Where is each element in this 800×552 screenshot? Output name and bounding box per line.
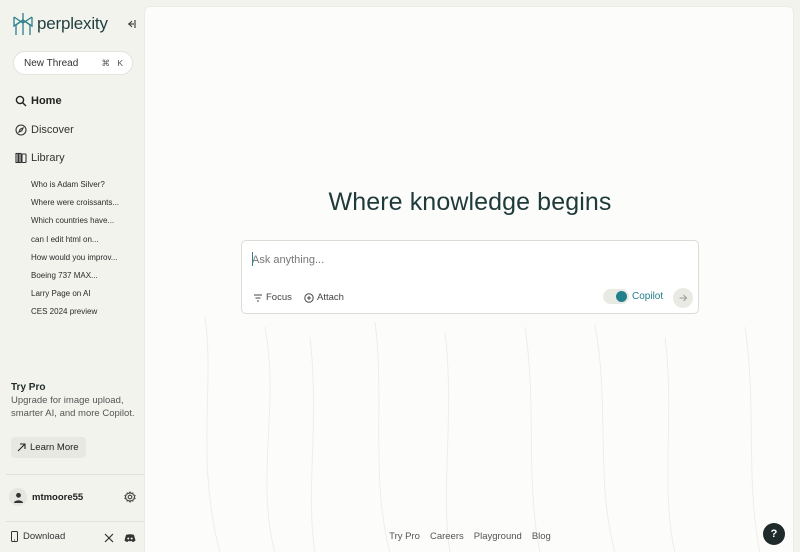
shortcut-cmd: ⌘ xyxy=(101,58,111,68)
thread-item[interactable]: Larry Page on AI xyxy=(31,289,119,307)
thread-item[interactable]: Boeing 737 MAX... xyxy=(31,271,119,289)
focus-button[interactable]: Focus xyxy=(253,292,292,303)
filter-icon xyxy=(254,294,262,301)
discord-icon[interactable] xyxy=(124,533,136,543)
library-icon xyxy=(15,152,27,164)
arrow-right-icon xyxy=(679,294,688,302)
divider xyxy=(6,521,144,522)
perplexity-logo-icon xyxy=(13,13,33,35)
logo[interactable]: perplexity xyxy=(12,12,108,36)
learn-more-label: Learn More xyxy=(30,442,79,453)
toggle-switch[interactable] xyxy=(603,289,629,304)
sidebar-item-discover[interactable]: Discover xyxy=(15,124,74,136)
new-thread-label: New Thread xyxy=(24,57,79,69)
page-title: Where knowledge begins xyxy=(328,188,612,216)
footer-link-try-pro[interactable]: Try Pro xyxy=(389,531,420,542)
focus-label: Focus xyxy=(266,292,292,303)
thread-item[interactable]: CES 2024 preview xyxy=(31,307,119,325)
new-thread-button[interactable]: New Thread ⌘ K xyxy=(13,51,133,75)
app-name: perplexity xyxy=(37,14,108,33)
thread-list: Who is Adam Silver? Where were croissant… xyxy=(31,180,119,326)
footer-link-playground[interactable]: Playground xyxy=(474,531,522,542)
collapse-left-icon[interactable] xyxy=(124,17,138,31)
search-icon xyxy=(15,95,27,107)
try-pro-title: Try Pro xyxy=(11,382,46,393)
gear-icon[interactable] xyxy=(124,491,136,503)
shortcut-key: K xyxy=(117,58,123,68)
divider xyxy=(6,474,144,475)
main-panel: Where knowledge begins Focus Attach Copi… xyxy=(144,6,794,552)
copilot-label: Copilot xyxy=(632,291,664,302)
search-input[interactable] xyxy=(252,252,652,268)
toggle-knob xyxy=(616,291,627,302)
sidebar-item-library[interactable]: Library xyxy=(15,152,65,164)
ask-box: Focus Attach Copilot xyxy=(241,240,699,314)
footer-link-careers[interactable]: Careers xyxy=(430,531,464,542)
thread-item[interactable]: can I edit html on... xyxy=(31,235,119,253)
username: mtmoore55 xyxy=(32,491,84,503)
thread-item[interactable]: How would you improv... xyxy=(31,253,119,271)
thread-item[interactable]: Which countries have... xyxy=(31,216,119,234)
x-twitter-icon[interactable] xyxy=(104,533,114,543)
user-profile[interactable]: mtmoore55 xyxy=(9,488,83,506)
plus-circle-icon xyxy=(304,292,314,303)
sidebar-item-home[interactable]: Home xyxy=(15,95,62,107)
help-button[interactable]: ? xyxy=(763,523,785,545)
footer-link-blog[interactable]: Blog xyxy=(532,531,551,542)
download-label: Download xyxy=(23,531,66,542)
compass-icon xyxy=(15,124,27,136)
user-icon xyxy=(13,492,23,503)
arrow-up-right-icon xyxy=(17,443,26,452)
download-link[interactable]: Download xyxy=(10,531,65,542)
sidebar-item-label: Home xyxy=(31,95,62,107)
text-caret xyxy=(252,252,253,266)
attach-label: Attach xyxy=(317,292,344,303)
sidebar: perplexity New Thread ⌘ K Home Discover … xyxy=(0,0,144,552)
learn-more-button[interactable]: Learn More xyxy=(11,437,86,458)
try-pro-description: Upgrade for image upload, smarter AI, an… xyxy=(11,395,135,419)
sidebar-item-label: Discover xyxy=(31,124,74,136)
try-pro-panel: Try Pro Upgrade for image upload, smarte… xyxy=(11,382,136,421)
avatar xyxy=(9,488,27,506)
thread-item[interactable]: Who is Adam Silver? xyxy=(31,180,119,198)
attach-button[interactable]: Attach xyxy=(304,292,344,303)
sidebar-item-label: Library xyxy=(31,152,65,164)
thread-item[interactable]: Where were croissants... xyxy=(31,198,119,216)
phone-icon xyxy=(11,531,18,542)
copilot-toggle[interactable]: Copilot xyxy=(603,289,663,304)
submit-button[interactable] xyxy=(673,288,693,308)
footer: Try Pro Careers Playground Blog xyxy=(145,531,793,542)
